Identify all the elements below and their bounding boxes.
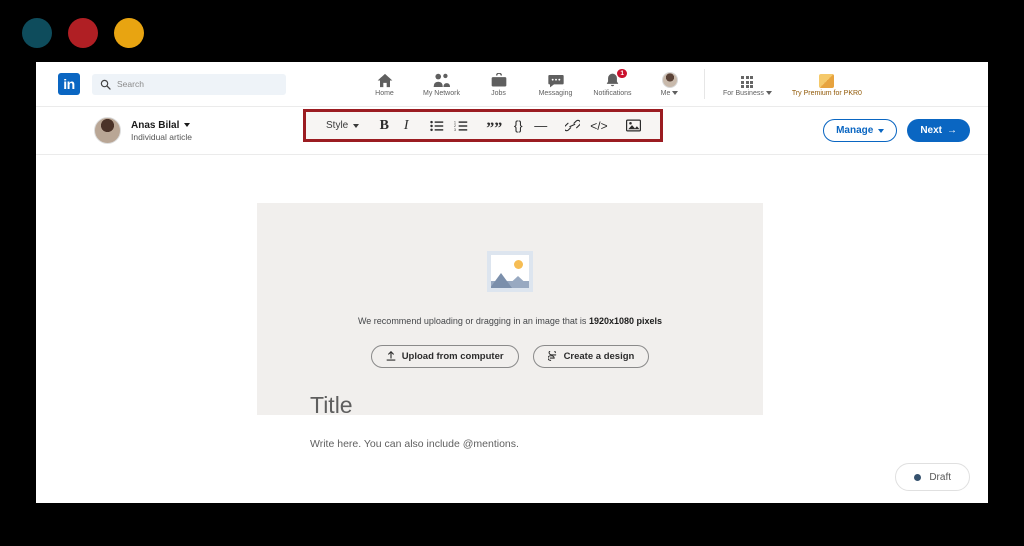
- nav-label-me: Me: [661, 90, 679, 97]
- grid-icon: [741, 71, 754, 88]
- arrow-right-icon: →: [947, 125, 957, 136]
- style-dropdown-label: Style: [326, 120, 349, 131]
- header-actions: Manage Next →: [823, 119, 970, 142]
- link-icon: [565, 119, 581, 132]
- nav-label-messaging: Messaging: [538, 90, 573, 97]
- formatting-toolbar: Style B I 1 2 3 ”” {} — </>: [303, 109, 663, 142]
- home-icon: [377, 71, 393, 88]
- nav-item-messaging[interactable]: Messaging: [527, 62, 584, 106]
- bell-icon: 1: [605, 68, 628, 88]
- code-block-button[interactable]: {}: [507, 113, 529, 139]
- cover-hint-text: We recommend uploading or dragging in an…: [358, 316, 662, 326]
- bulleted-list-icon: [430, 120, 444, 131]
- nav-label-try-premium: Try Premium for PKR0: [791, 90, 862, 97]
- editor-header: Anas Bilal Individual article Style B I: [36, 107, 988, 155]
- nav-item-home[interactable]: Home: [356, 62, 413, 106]
- window-dot-amber[interactable]: [114, 18, 144, 48]
- me-avatar: [661, 72, 678, 88]
- chevron-down-icon: [765, 91, 772, 95]
- nav-label-notifications: Notifications: [593, 90, 632, 97]
- quote-button[interactable]: ””: [481, 113, 507, 139]
- nav-item-jobs[interactable]: Jobs: [470, 62, 527, 106]
- next-button-label: Next: [920, 125, 942, 136]
- chevron-down-icon: [672, 91, 679, 95]
- divider-button[interactable]: —: [529, 113, 552, 139]
- chevron-down-icon[interactable]: [184, 123, 191, 127]
- chevron-down-icon: [878, 128, 885, 133]
- insert-image-button[interactable]: [621, 113, 646, 139]
- article-title-input[interactable]: Title: [310, 392, 353, 419]
- nav-items: Home My Network Jobs Messaging 1 Notific…: [356, 62, 872, 106]
- bold-button[interactable]: B: [373, 113, 395, 139]
- linkedin-article-editor: in Search Home My Network Jobs Messaging…: [36, 62, 988, 503]
- window-dot-red[interactable]: [68, 18, 98, 48]
- image-icon: [625, 119, 641, 132]
- search-placeholder: Search: [117, 79, 144, 89]
- svg-text:3: 3: [454, 128, 456, 132]
- author-subtitle: Individual article: [131, 131, 192, 142]
- nav-divider: [704, 69, 705, 99]
- italic-button[interactable]: I: [395, 113, 417, 139]
- image-placeholder-icon: [487, 250, 533, 292]
- nav-item-try-premium[interactable]: Try Premium for PKR0: [782, 62, 872, 106]
- cover-hint-dimensions: 1920x1080 pixels: [588, 315, 663, 326]
- create-a-design-button[interactable]: Create a design: [532, 344, 650, 368]
- nav-label-jobs: Jobs: [491, 90, 506, 97]
- linkedin-logo-icon[interactable]: in: [58, 73, 80, 95]
- nav-label-for-business: For Business: [723, 90, 772, 97]
- chat-bubble-icon: [547, 71, 564, 88]
- notification-badge: 1: [616, 68, 628, 79]
- next-button[interactable]: Next →: [907, 119, 970, 142]
- design-icon: [547, 350, 556, 361]
- people-icon: [433, 71, 450, 88]
- nav-item-my-network[interactable]: My Network: [413, 62, 470, 106]
- article-body-input[interactable]: Write here. You can also include @mentio…: [310, 438, 519, 450]
- status-dot-icon: [914, 473, 922, 481]
- cover-hint-prefix: We recommend uploading or dragging in an…: [357, 315, 589, 326]
- style-dropdown[interactable]: Style: [320, 113, 373, 139]
- window-dot-teal[interactable]: [22, 18, 52, 48]
- nav-item-notifications[interactable]: 1 Notifications: [584, 62, 641, 106]
- nav-label-me-text: Me: [660, 90, 671, 97]
- search-input[interactable]: Search: [92, 73, 286, 95]
- manage-button[interactable]: Manage: [823, 119, 898, 142]
- article-canvas: We recommend uploading or dragging in an…: [36, 155, 988, 501]
- author-avatar: [94, 117, 121, 144]
- premium-square-icon: [819, 71, 835, 88]
- nav-item-me[interactable]: Me: [641, 62, 698, 106]
- numbered-list-button[interactable]: 1 2 3: [449, 113, 473, 139]
- nav-label-my-network: My Network: [423, 90, 460, 97]
- global-navigation-bar: in Search Home My Network Jobs Messaging…: [36, 62, 988, 107]
- upload-from-computer-button[interactable]: Upload from computer: [370, 344, 519, 368]
- status-badge[interactable]: Draft: [895, 463, 970, 491]
- author-name: Anas Bilal: [131, 119, 180, 131]
- search-icon: [100, 79, 111, 90]
- author-name-row: Anas Bilal: [131, 120, 192, 131]
- cover-image-dropzone[interactable]: We recommend uploading or dragging in an…: [257, 203, 763, 415]
- briefcase-icon: [491, 71, 507, 88]
- cover-action-buttons: Upload from computer Create a design: [370, 344, 650, 368]
- nav-label-home: Home: [375, 90, 394, 97]
- manage-button-label: Manage: [836, 125, 874, 136]
- chevron-down-icon: [353, 123, 360, 128]
- embed-button[interactable]: </>: [585, 113, 612, 139]
- bulleted-list-button[interactable]: [425, 113, 449, 139]
- numbered-list-icon: 1 2 3: [454, 120, 468, 132]
- avatar-icon: [661, 71, 678, 88]
- create-design-button-label: Create a design: [563, 350, 635, 362]
- status-badge-label: Draft: [929, 471, 951, 483]
- upload-icon: [386, 350, 396, 361]
- link-button[interactable]: [560, 113, 585, 139]
- upload-button-label: Upload from computer: [401, 350, 504, 362]
- nav-label-for-business-text: For Business: [723, 90, 764, 97]
- nav-item-for-business[interactable]: For Business: [713, 62, 782, 106]
- window-controls: [22, 18, 144, 48]
- article-author[interactable]: Anas Bilal Individual article: [94, 117, 192, 144]
